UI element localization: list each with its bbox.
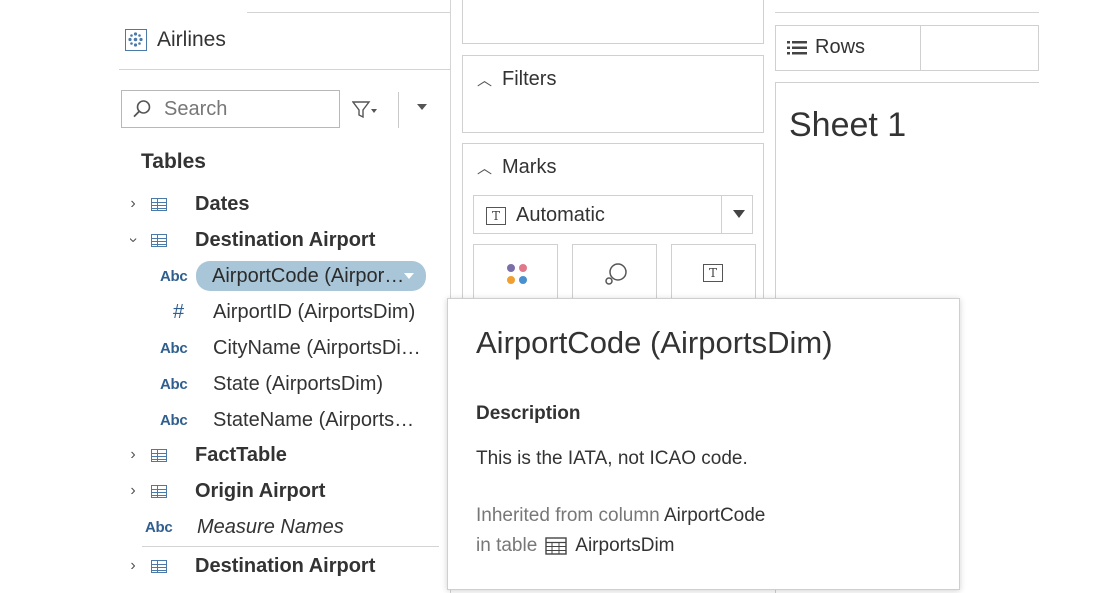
chevron-down-icon[interactable] [733, 210, 745, 218]
datasource-item[interactable]: Airlines [125, 26, 226, 54]
table-prefix: in table [476, 535, 538, 556]
table-icon [151, 448, 167, 462]
tooltip-inherited-line: Inherited from column AirportCode [476, 505, 765, 527]
string-type-icon: Abc [160, 267, 188, 285]
rows-shelf-divider [920, 26, 921, 70]
field-label: State (AirportsDim) [213, 372, 384, 395]
inherited-column: AirportCode [663, 505, 766, 526]
text-icon: T [703, 264, 723, 282]
rows-shelf-label: Rows [787, 36, 865, 59]
mark-type-dropdown[interactable]: T Automatic [473, 195, 753, 234]
color-icon [507, 264, 527, 284]
top-divider [247, 12, 450, 13]
filters-shelf[interactable]: ︿ Filters [462, 55, 764, 133]
tree-item-destination-airport[interactable]: › Destination Airport [125, 222, 375, 258]
search-input[interactable]: Search [121, 90, 340, 128]
filter-button[interactable] [352, 99, 386, 121]
chevron-down-icon[interactable] [404, 273, 414, 279]
filter-icon [352, 101, 377, 119]
chevron-up-icon: ︿ [477, 160, 493, 177]
inherited-prefix: Inherited from column [476, 505, 660, 526]
field-airportcode[interactable]: Abc AirportCode (Airpor… [160, 258, 426, 294]
columns-shelf-border [775, 12, 1039, 13]
table-icon [151, 559, 167, 573]
chevron-right-icon[interactable]: › [125, 446, 141, 464]
string-type-icon: Abc [160, 411, 188, 429]
filters-header[interactable]: ︿ Filters [477, 68, 556, 91]
field-tooltip: AirportCode (AirportsDim) Description Th… [447, 298, 960, 590]
chevron-right-icon[interactable]: › [125, 482, 141, 500]
toolbar-divider [398, 92, 399, 128]
field-label: StateName (Airports… [213, 408, 415, 431]
tree-item-label: FactTable [195, 443, 287, 466]
filters-label: Filters [502, 68, 557, 90]
tree-item-label: Destination Airport [195, 554, 376, 577]
table-icon [151, 484, 167, 498]
rows-label: Rows [815, 36, 866, 58]
list-icon [787, 40, 807, 54]
chevron-down-icon[interactable] [417, 104, 427, 110]
field-label: CityName (AirportsDi… [213, 336, 421, 359]
chevron-right-icon[interactable]: › [125, 195, 141, 213]
tree-item-facttable[interactable]: › FactTable [125, 437, 287, 473]
tooltip-description-heading: Description [476, 403, 581, 424]
mark-type-value: T Automatic [486, 204, 605, 227]
chevron-up-icon: ︿ [477, 72, 493, 89]
chevron-right-icon[interactable]: › [125, 557, 141, 575]
marks-label: Marks [502, 156, 557, 178]
label-button[interactable]: T [671, 244, 756, 300]
pages-shelf[interactable] [462, 0, 764, 44]
mark-type-label: Automatic [516, 204, 605, 226]
pane-divider [119, 69, 450, 70]
tree-item-label: Origin Airport [195, 479, 326, 502]
table-icon [151, 197, 167, 211]
tree-item-destination-airport-2[interactable]: › Destination Airport [125, 548, 375, 584]
sheet-title[interactable]: Sheet 1 [789, 106, 906, 145]
tables-header: Tables [141, 150, 206, 173]
tooltip-description: This is the IATA, not ICAO code. [476, 448, 748, 469]
field-measure-names[interactable]: Abc Measure Names [145, 509, 344, 545]
text-mark-icon: T [486, 206, 506, 225]
size-icon [605, 263, 627, 285]
tooltip-table-line: in table AirportsDim [476, 535, 675, 557]
table-icon [545, 537, 567, 555]
datasource-icon [125, 29, 147, 51]
tree-divider [142, 546, 439, 547]
field-cityname[interactable]: Abc CityName (AirportsDi… [160, 330, 421, 366]
field-label: Measure Names [197, 515, 344, 538]
search-icon [133, 100, 151, 118]
string-type-icon: Abc [160, 339, 188, 357]
field-state[interactable]: Abc State (AirportsDim) [160, 366, 383, 402]
tooltip-title: AirportCode (AirportsDim) [476, 325, 833, 360]
string-type-icon: Abc [145, 518, 173, 536]
field-label: AirportID (AirportsDim) [213, 300, 416, 323]
marks-header[interactable]: ︿ Marks [477, 156, 556, 179]
tree-item-label: Destination Airport [195, 228, 376, 251]
field-statename[interactable]: Abc StateName (Airports… [160, 402, 414, 438]
table-icon [151, 233, 167, 247]
search-placeholder: Search [164, 97, 228, 120]
size-button[interactable] [572, 244, 657, 300]
tree-item-label: Dates [195, 192, 250, 215]
datasource-name: Airlines [157, 28, 226, 51]
number-type-icon: # [172, 300, 185, 323]
tree-item-origin-airport[interactable]: › Origin Airport [125, 473, 325, 509]
string-type-icon: Abc [160, 375, 188, 393]
dropdown-divider [721, 196, 722, 233]
color-button[interactable] [473, 244, 558, 300]
field-airportid[interactable]: # AirportID (AirportsDim) [160, 294, 415, 330]
table-name: AirportsDim [575, 535, 675, 556]
chevron-down-icon[interactable]: › [124, 232, 142, 248]
tree-item-dates[interactable]: › Dates [125, 186, 249, 222]
field-label: AirportCode (Airpor… [212, 264, 405, 287]
selected-field-pill[interactable]: AirportCode (Airpor… [196, 261, 426, 291]
